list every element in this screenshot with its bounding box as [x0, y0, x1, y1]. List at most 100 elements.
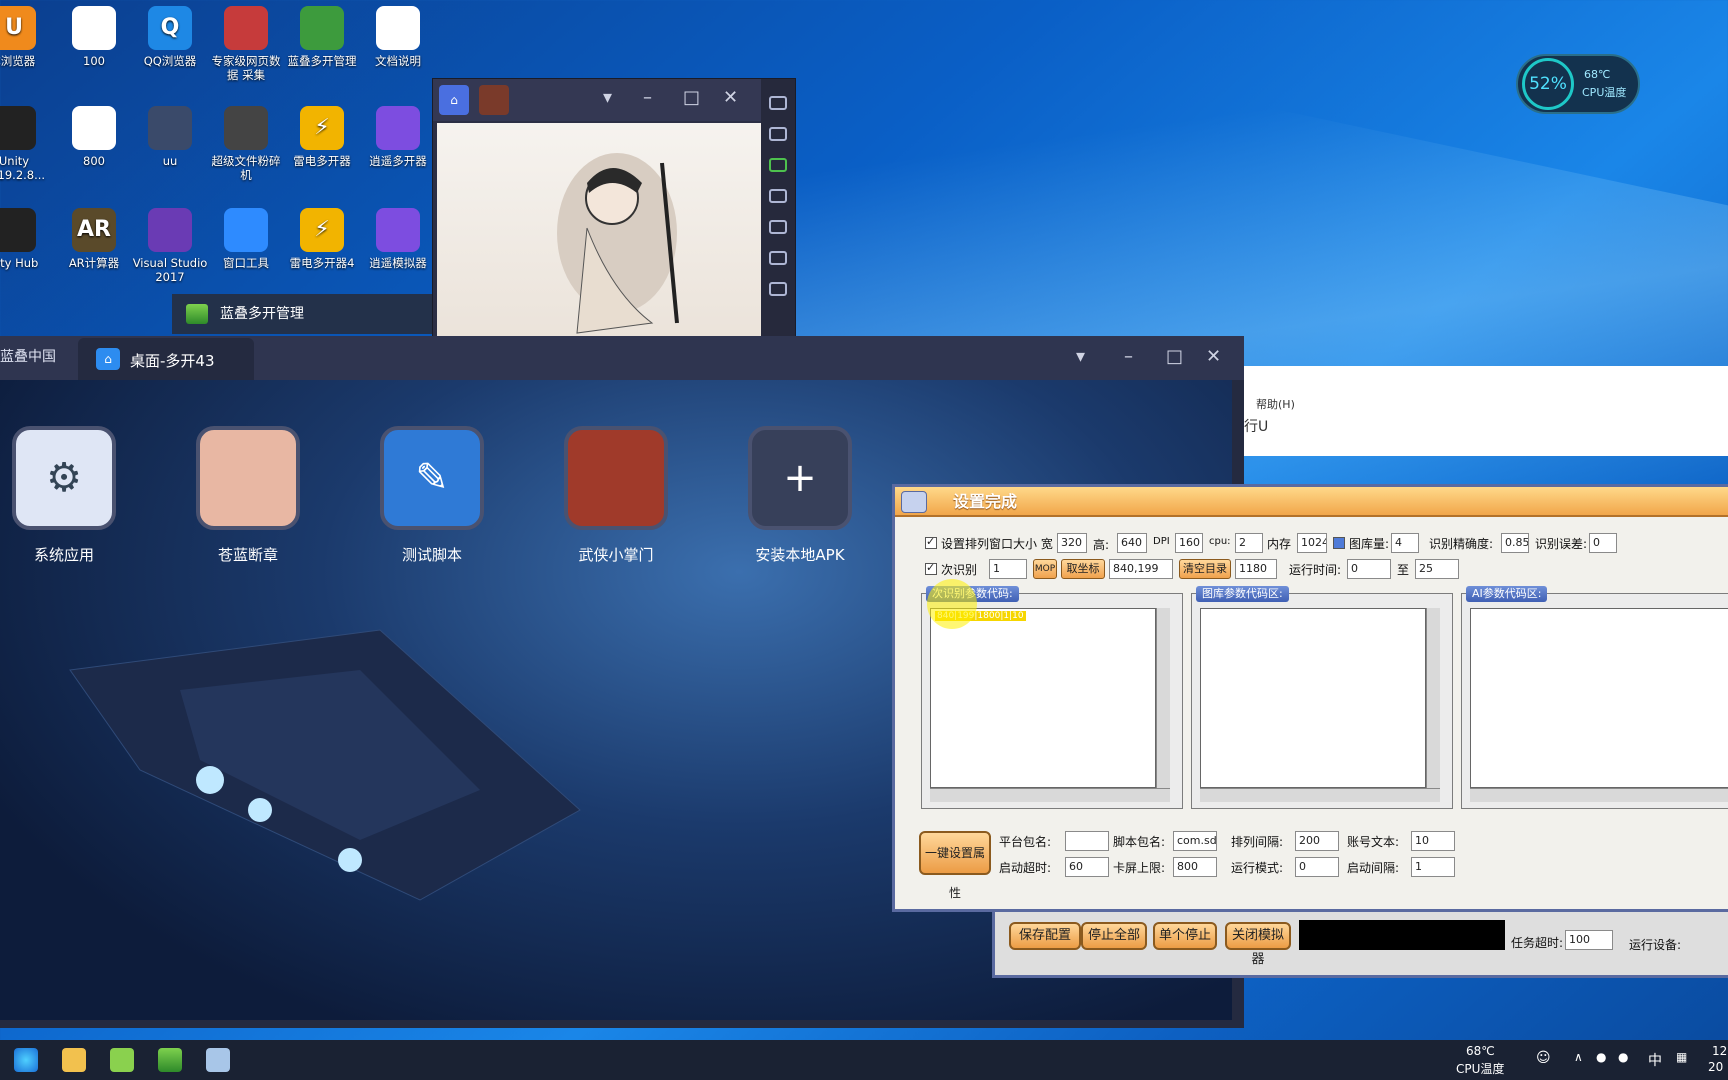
desktop-icon[interactable]: ⚡ 雷电多开器4 — [284, 208, 360, 270]
app-canglan[interactable]: 苍蓝断章 — [158, 426, 338, 565]
width-input[interactable]: 320 — [1057, 533, 1087, 553]
error-input[interactable]: 0 — [1589, 533, 1617, 553]
run-time-to-input[interactable]: 25 — [1415, 559, 1459, 579]
gamepad-icon[interactable] — [769, 189, 787, 203]
save-config-button[interactable]: 保存配置 — [1009, 922, 1081, 950]
desktop-icon[interactable]: Q QQ浏览器 — [132, 6, 208, 68]
maximize-icon[interactable]: □ — [683, 87, 700, 108]
tab-desktop[interactable]: ⌂ 桌面-多开43 — [78, 338, 254, 380]
cpu-widget[interactable]: 52% 68℃ CPU温度 — [1516, 54, 1640, 114]
clock-time[interactable]: 12 — [1712, 1044, 1727, 1058]
fullscreen-icon[interactable] — [769, 282, 787, 296]
stuck-limit-input[interactable]: 800 — [1173, 857, 1217, 877]
horizontal-scrollbar[interactable] — [930, 788, 1170, 802]
home-tab-icon[interactable]: ⌂ — [439, 85, 469, 115]
input-grid-icon[interactable]: ▦ — [1676, 1050, 1687, 1064]
start-gap-input[interactable]: 1 — [1411, 857, 1455, 877]
horizontal-scrollbar[interactable] — [1470, 788, 1728, 802]
library-checkbox[interactable] — [1333, 537, 1345, 549]
library-input[interactable]: 4 — [1391, 533, 1419, 553]
dpi-input[interactable]: 160 — [1175, 533, 1203, 553]
run-mode-input[interactable]: 0 — [1295, 857, 1339, 877]
app-wuxia[interactable]: 武侠小掌门 — [526, 426, 706, 565]
qq-icon-1[interactable]: ● — [1596, 1050, 1606, 1064]
desktop-icon[interactable]: Unity 2019.2.8... — [0, 106, 52, 182]
desktop-icon[interactable]: 逍遥多开器 — [360, 106, 436, 168]
desktop-icon[interactable]: 蓝叠多开管理 — [284, 6, 360, 68]
screen-icon[interactable] — [769, 158, 787, 172]
menu-icon[interactable]: ▾ — [603, 87, 612, 108]
clear-dir-button[interactable]: 清空目录 — [1179, 559, 1231, 579]
desktop-icon[interactable]: 800 — [56, 106, 132, 168]
main-maximize-icon[interactable]: □ — [1166, 346, 1183, 367]
recognize-count-input[interactable]: 1 — [989, 559, 1027, 579]
dir-value-input[interactable]: 1180 — [1235, 559, 1277, 579]
main-close-icon[interactable]: ✕ — [1206, 346, 1221, 367]
memory-input[interactable]: 1024 — [1297, 533, 1327, 553]
app-install-apk[interactable]: + 安装本地APK — [710, 426, 890, 565]
sidebar-menu-icon[interactable] — [769, 96, 787, 110]
qq-icon-2[interactable]: ● — [1618, 1050, 1628, 1064]
file-explorer-icon[interactable] — [62, 1048, 86, 1072]
stop-all-button[interactable]: 停止全部 — [1081, 922, 1147, 950]
script-input[interactable]: com.sdfs — [1173, 831, 1217, 851]
library-code-textarea[interactable] — [1200, 608, 1426, 788]
mop-button[interactable]: MOP — [1033, 559, 1057, 579]
clock-date[interactable]: 20 — [1708, 1060, 1723, 1074]
start-timeout-input[interactable]: 60 — [1065, 857, 1109, 877]
record-icon[interactable] — [769, 251, 787, 265]
height-input[interactable]: 640 — [1117, 533, 1147, 553]
bluestacks-icon[interactable] — [158, 1048, 182, 1072]
run-time-from-input[interactable]: 0 — [1347, 559, 1391, 579]
vertical-scrollbar[interactable] — [1156, 608, 1170, 788]
app-system[interactable]: ⚙ 系统应用 — [0, 426, 154, 565]
platform-input[interactable] — [1065, 831, 1109, 851]
account-text-input[interactable]: 10 — [1411, 831, 1455, 851]
horizontal-scrollbar[interactable] — [1200, 788, 1440, 802]
accuracy-input[interactable]: 0.85 — [1501, 533, 1529, 553]
one-key-setup-button[interactable]: 一键设置属性 — [919, 831, 991, 900]
desktop-icon[interactable]: uu — [132, 106, 208, 168]
edge-icon[interactable] — [14, 1048, 38, 1072]
tool-icon[interactable] — [206, 1048, 230, 1072]
recognize-checkbox[interactable] — [925, 561, 937, 575]
ime-indicator[interactable]: 中 — [1648, 1050, 1662, 1070]
app-test-script[interactable]: ✎ 测试脚本 — [342, 426, 522, 565]
game-tab-icon[interactable] — [479, 85, 509, 115]
keyboard-icon[interactable] — [769, 127, 787, 141]
ai-code-textarea[interactable] — [1470, 608, 1728, 788]
desktop-app-icon — [224, 106, 268, 150]
minimize-icon[interactable]: – — [643, 87, 652, 108]
taskbar-preview-popup[interactable]: 蓝叠多开管理 — [172, 294, 432, 334]
desktop-icon[interactable]: nity Hub — [0, 208, 52, 270]
task-timeout-input[interactable]: 100 — [1565, 930, 1613, 950]
desktop-icon[interactable]: ⚡ 雷电多开器 — [284, 106, 360, 168]
vertical-scrollbar[interactable] — [1426, 608, 1440, 788]
coord-input[interactable]: 840,199 — [1109, 559, 1173, 579]
desktop-icon[interactable]: 逍遥模拟器 — [360, 208, 436, 270]
desktop-icon[interactable]: 超级文件粉碎机 — [208, 106, 284, 182]
eye-icon[interactable] — [769, 220, 787, 234]
get-coord-button[interactable]: 取坐标 — [1061, 559, 1105, 579]
cpu-input[interactable]: 2 — [1235, 533, 1263, 553]
stop-single-button[interactable]: 单个停止 — [1153, 922, 1217, 950]
close-emulator-button[interactable]: 关闭模拟器 — [1225, 922, 1291, 967]
notepad-icon[interactable] — [110, 1048, 134, 1072]
desktop-icon[interactable]: 文档说明 — [360, 6, 436, 68]
desktop-icon[interactable]: U C浏览器 — [0, 6, 52, 68]
arrange-size-checkbox[interactable] — [925, 535, 937, 549]
recognize-code-textarea[interactable]: 840|199|1800|1|10 — [930, 608, 1156, 788]
close-icon[interactable]: ✕ — [723, 87, 738, 108]
people-icon[interactable]: ☺ — [1536, 1050, 1551, 1066]
desktop-icon[interactable]: 窗口工具 — [208, 208, 284, 270]
tray-up-icon[interactable]: ∧ — [1574, 1050, 1583, 1064]
main-menu-icon[interactable]: ▾ — [1076, 346, 1085, 367]
desktop-icon[interactable]: AR AR计算器 — [56, 208, 132, 270]
desktop-icon[interactable]: 专家级网页数据 采集 — [208, 6, 284, 82]
desktop-icon[interactable]: Visual Studio 2017 — [132, 208, 208, 284]
desktop-app-icon — [376, 6, 420, 50]
arrange-gap-input[interactable]: 200 — [1295, 831, 1339, 851]
desktop-icon[interactable]: 100 — [56, 6, 132, 68]
help-menu[interactable]: 帮助(H) — [1256, 396, 1295, 412]
main-minimize-icon[interactable]: – — [1124, 346, 1133, 367]
